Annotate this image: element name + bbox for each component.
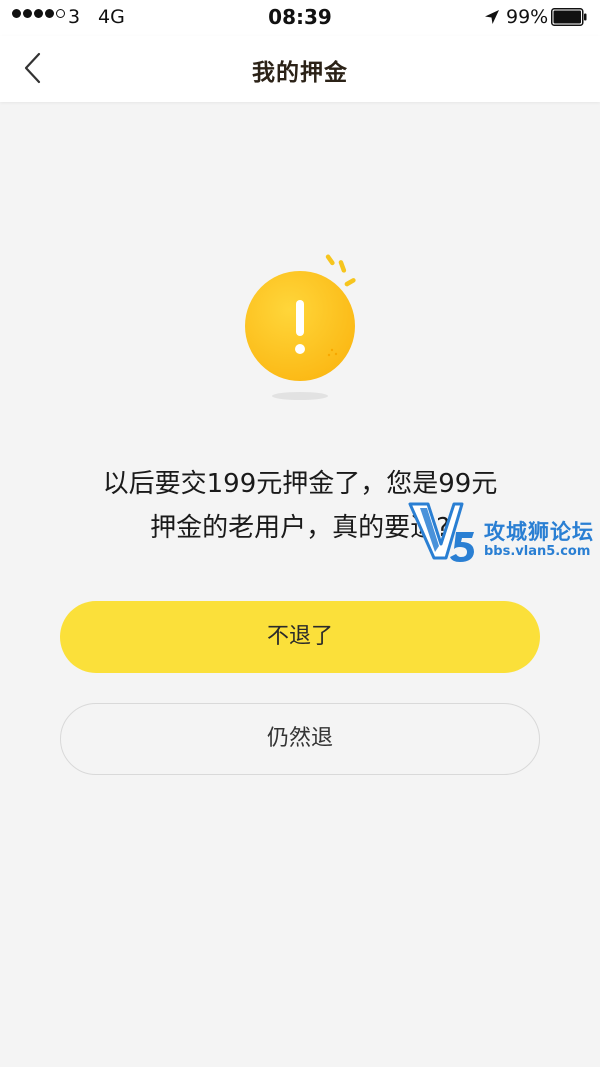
- refund-anyway-button[interactable]: 仍然退: [60, 703, 540, 775]
- location-arrow-icon: [485, 10, 499, 24]
- keep-deposit-button[interactable]: 不退了: [60, 601, 540, 673]
- status-bar: 3 4G 08:39 99%: [0, 0, 600, 36]
- battery-percent: 99%: [506, 6, 549, 28]
- page-title: 我的押金: [252, 60, 348, 86]
- watermark: 攻城狮论坛 bbs.vlan5.com: [408, 500, 600, 566]
- nav-bar: 我的押金: [0, 36, 600, 102]
- battery-icon: [551, 8, 587, 26]
- exclamation-circle-icon: [245, 254, 356, 400]
- watermark-url: bbs.vlan5.com: [484, 544, 591, 559]
- v5-logo-icon: [408, 502, 474, 562]
- deposit-screen: 3 4G 08:39 99% 我的押金 以后要交199元押金了，您是99元 押金…: [0, 0, 600, 1067]
- watermark-name: 攻城狮论坛: [484, 520, 594, 544]
